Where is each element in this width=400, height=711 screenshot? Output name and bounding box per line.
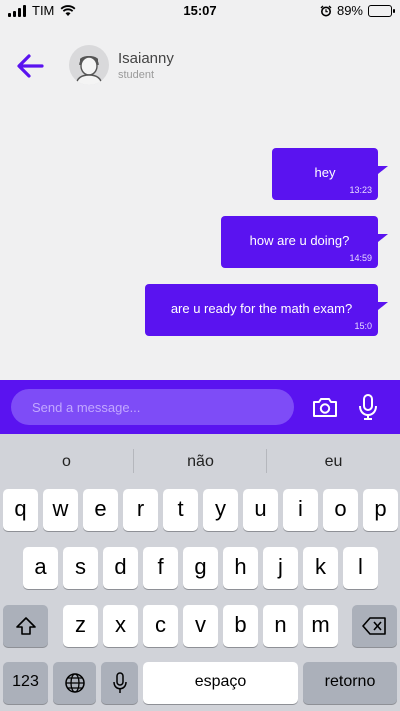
key-h[interactable]: h	[223, 547, 258, 589]
contact-name: Isaianny	[118, 50, 174, 67]
status-right: 89%	[320, 3, 395, 18]
key-g[interactable]: g	[183, 547, 218, 589]
globe-icon	[64, 673, 85, 693]
key-x[interactable]: x	[103, 605, 138, 647]
message-time: 13:23	[349, 185, 372, 195]
microphone-icon[interactable]	[358, 393, 378, 421]
camera-icon[interactable]	[312, 395, 338, 419]
message-bubble[interactable]: how are u doing? 14:59	[221, 216, 388, 268]
key-b[interactable]: b	[223, 605, 258, 647]
chat-header: Isaianny student	[0, 22, 400, 108]
message-text: hey	[314, 165, 336, 180]
key-a[interactable]: a	[23, 547, 58, 589]
shift-icon	[15, 617, 36, 635]
message-text: are u ready for the math exam?	[170, 301, 353, 316]
message-bubble[interactable]: hey 13:23	[272, 148, 388, 200]
keyboard: o não eu q w e r t y u i o p a s d f g h…	[0, 434, 400, 711]
key-u[interactable]: u	[243, 489, 278, 531]
avatar-icon	[75, 55, 103, 85]
suggestion-item[interactable]: o	[0, 453, 133, 471]
key-q[interactable]: q	[3, 489, 38, 531]
key-p[interactable]: p	[363, 489, 398, 531]
key-s[interactable]: s	[63, 547, 98, 589]
key-f[interactable]: f	[143, 547, 178, 589]
key-c[interactable]: c	[143, 605, 178, 647]
back-arrow-icon[interactable]	[14, 50, 46, 82]
status-bar: TIM 15:07 89%	[0, 0, 400, 22]
key-t[interactable]: t	[163, 489, 198, 531]
key-n[interactable]: n	[263, 605, 298, 647]
message-time: 14:59	[349, 253, 372, 263]
key-z[interactable]: z	[63, 605, 98, 647]
key-m[interactable]: m	[303, 605, 338, 647]
key-y[interactable]: y	[203, 489, 238, 531]
message-text: how are u doing?	[249, 233, 350, 248]
key-j[interactable]: j	[263, 547, 298, 589]
avatar-placeholder[interactable]	[69, 45, 109, 85]
key-v[interactable]: v	[183, 605, 218, 647]
alarm-icon	[320, 5, 332, 16]
key-o[interactable]: o	[323, 489, 358, 531]
suggestion-item[interactable]: eu	[267, 453, 400, 471]
key-k[interactable]: k	[303, 547, 338, 589]
key-d[interactable]: d	[103, 547, 138, 589]
composer-bar	[0, 380, 400, 434]
message-time: 15:0	[354, 321, 372, 331]
contact-role: student	[118, 69, 155, 81]
space-key[interactable]: espaço	[143, 662, 298, 704]
suggestion-bar: o não eu	[0, 434, 400, 486]
dictation-key[interactable]	[101, 662, 138, 704]
message-input[interactable]	[11, 389, 294, 425]
shift-key[interactable]	[3, 605, 48, 647]
dictation-icon	[112, 672, 127, 694]
return-key[interactable]: retorno	[303, 662, 397, 704]
key-r[interactable]: r	[123, 489, 158, 531]
key-i[interactable]: i	[283, 489, 318, 531]
key-l[interactable]: l	[343, 547, 378, 589]
suggestion-item[interactable]: não	[134, 453, 267, 471]
key-e[interactable]: e	[83, 489, 118, 531]
message-bubble[interactable]: are u ready for the math exam? 15:0	[145, 284, 388, 336]
backspace-icon	[361, 617, 386, 635]
battery-icon	[368, 4, 395, 17]
key-w[interactable]: w	[43, 489, 78, 531]
numbers-key[interactable]: 123	[3, 662, 48, 704]
backspace-key[interactable]	[352, 605, 397, 647]
globe-key[interactable]	[53, 662, 96, 704]
battery-percent: 89%	[336, 3, 363, 18]
